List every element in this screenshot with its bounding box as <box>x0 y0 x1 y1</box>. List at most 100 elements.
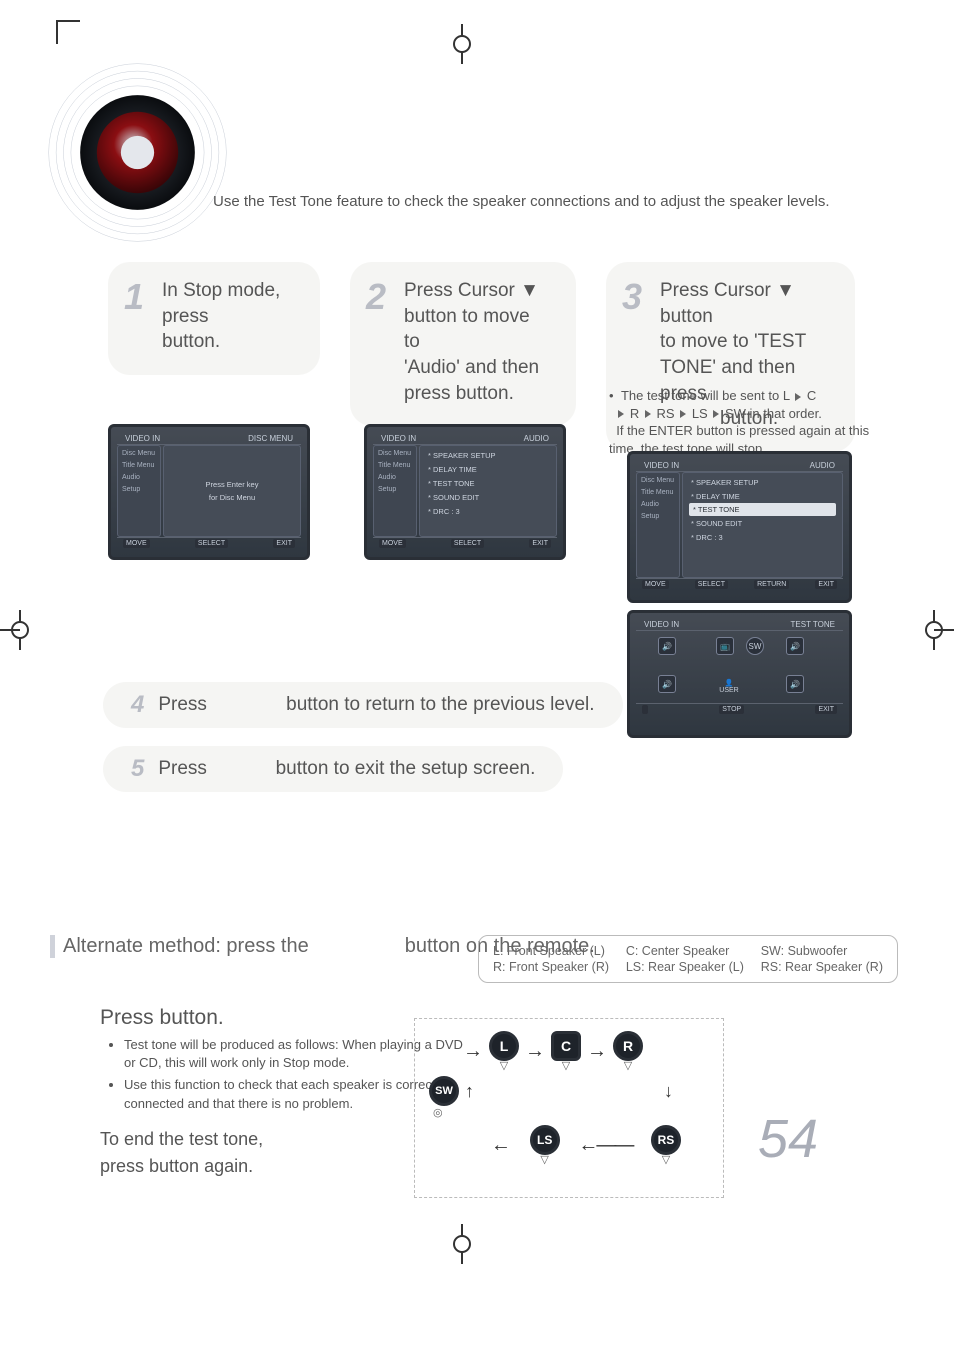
osd-side-item: Audio <box>639 499 677 511</box>
osd-side-item: Setup <box>376 484 414 496</box>
osd-footer: MOVE SELECT RETURN EXIT <box>636 578 843 590</box>
alt-text: Alternate method: press the <box>63 935 309 958</box>
speaker-node: C▽ <box>551 1031 581 1072</box>
arrow-right-icon: → <box>587 1040 607 1063</box>
arrow-right-icon: → <box>525 1040 545 1063</box>
osd-menu-item: * DRC : 3 <box>426 504 550 518</box>
osd-side-item: Disc Menu <box>639 475 677 487</box>
pill-text: Press <box>158 758 207 779</box>
speaker-icon: SW <box>746 637 764 655</box>
arrow-down-icon: ↓ <box>664 1081 711 1102</box>
end-line: To end the test tone, <box>100 1129 263 1149</box>
osd-footer-item: RETURN <box>754 580 789 589</box>
osd-heading: AUDIO <box>810 461 835 470</box>
osd-footer: MOVE SELECT EXIT <box>373 537 557 549</box>
step-line: button. <box>162 331 220 352</box>
osd-menu-item: * SOUND EDIT <box>426 490 550 504</box>
bullet: • <box>609 388 614 403</box>
osd-side-item: Audio <box>376 472 414 484</box>
pill-text: button to return to the previous level. <box>286 694 594 715</box>
legend-item: LS: Rear Speaker (L) <box>626 960 744 974</box>
osd-menu-item: * DRC : 3 <box>689 530 836 544</box>
speaker-flow-diagram: → L▽ → C▽ → R▽ SW ↑ ↓ ◎ → LS▽ ←—— RS▽ <box>414 1018 724 1198</box>
osd-title: VIDEO IN <box>644 461 679 470</box>
end-test-tone: To end the test tone, press button again… <box>100 1126 263 1180</box>
intro-text: Use the Test Tone feature to check the s… <box>213 193 830 210</box>
legend-item: SW: Subwoofer <box>761 944 883 958</box>
note-seq: SW <box>725 406 746 421</box>
speaker-icon: 🔊 <box>786 675 804 693</box>
osd-footer-item: SELECT <box>195 539 228 548</box>
osd-side-item: Setup <box>120 484 158 496</box>
note-line: The test tone will be sent to L <box>621 388 790 403</box>
osd-audio-highlight: VIDEO IN AUDIO Disc Menu Title Menu Audio… <box>627 451 852 603</box>
step-4: 4 Press button to return to the previous… <box>103 682 623 728</box>
step-line: to move to 'TEST <box>660 331 806 352</box>
osd-menu-item-highlighted: * TEST TONE <box>689 503 836 516</box>
crop-mark <box>914 610 954 650</box>
speaker-node: RS▽ <box>651 1125 681 1166</box>
osd-main: Press Enter key for Disc Menu <box>163 445 301 537</box>
note-seq: R <box>630 406 639 421</box>
osd-footer-item: MOVE <box>379 539 406 548</box>
osd-footer-item: EXIT <box>529 539 551 548</box>
osd-footer-item: SELECT <box>451 539 484 548</box>
osd-footer-item: EXIT <box>815 705 837 714</box>
step-line: press button. <box>404 383 514 404</box>
osd-main: * SPEAKER SETUP * DELAY TIME * TEST TONE… <box>682 472 843 578</box>
crop-mark <box>442 1224 482 1264</box>
osd-side-item: Title Menu <box>120 460 158 472</box>
step-number: 3 <box>622 276 642 318</box>
osd-footer-item: MOVE <box>123 539 150 548</box>
step-number: 4 <box>131 691 144 719</box>
speaker-legend: L: Front Speaker (L) R: Front Speaker (R… <box>478 935 898 983</box>
osd-main: * SPEAKER SETUP * DELAY TIME * TEST TONE… <box>419 445 557 537</box>
crop-mark <box>0 610 40 650</box>
speaker-hero-graphic <box>45 60 230 245</box>
speaker-node: LS▽ <box>530 1125 560 1166</box>
osd-menu-item: * SPEAKER SETUP <box>689 475 836 489</box>
page-number: 54 <box>758 1108 818 1170</box>
arrow-up-icon: ↑ <box>459 1081 474 1102</box>
speaker-icon: 🔊 <box>786 637 804 655</box>
osd-center-line: for Disc Menu <box>209 493 255 502</box>
osd-heading: DISC MENU <box>248 434 293 443</box>
osd-side-item: Title Menu <box>639 487 677 499</box>
step-line: 'Audio' and then <box>404 357 539 378</box>
arrow-right-icon <box>795 393 801 401</box>
osd-footer-item: MOVE <box>642 580 669 589</box>
step-line: press <box>162 306 208 327</box>
step-line: In Stop mode, <box>162 280 280 301</box>
osd-side-item: Disc Menu <box>376 448 414 460</box>
arrow-left-icon: → <box>491 1134 511 1157</box>
legend-item: L: Front Speaker (L) <box>493 944 609 958</box>
arrow-right-icon <box>618 410 624 418</box>
crop-mark <box>56 20 80 44</box>
arrow-right-icon <box>645 410 651 418</box>
osd-menu-item: * SPEAKER SETUP <box>426 448 550 462</box>
speaker-icon: 🔊 <box>658 675 676 693</box>
arrow-right-icon: → <box>463 1040 483 1063</box>
osd-side-item: Disc Menu <box>120 448 158 460</box>
osd-side-item: Title Menu <box>376 460 414 472</box>
osd-footer-item: SELECT <box>695 580 728 589</box>
step-number: 1 <box>124 276 144 318</box>
speaker-node: SW <box>429 1076 459 1106</box>
osd-footer-item: STOP <box>719 705 744 714</box>
osd-audio-menu: VIDEO INAUDIO Disc Menu Title Menu Audio… <box>364 424 566 560</box>
legend-item: C: Center Speaker <box>626 944 744 958</box>
pill-text: button to exit the setup screen. <box>276 758 536 779</box>
step-line: button to move to <box>404 306 530 353</box>
osd-sidebar: Disc Menu Title Menu Audio Setup <box>117 445 161 537</box>
osd-footer-item: EXIT <box>273 539 295 548</box>
end-line: press button again. <box>100 1156 253 1176</box>
osd-disc-menu: VIDEO INDISC MENU Disc Menu Title Menu A… <box>108 424 310 560</box>
osd-heading: AUDIO <box>524 434 549 443</box>
step-5: 5 Press button to exit the setup screen. <box>103 746 563 792</box>
speaker-icon: 📺 <box>716 637 734 655</box>
test-tone-note: • The test tone will be sent to L C R RS… <box>609 387 877 457</box>
step-number: 2 <box>366 276 386 318</box>
osd-sidebar: Disc Menu Title Menu Audio Setup <box>373 445 417 537</box>
arrow-right-icon <box>713 410 719 418</box>
osd-side-item: Audio <box>120 472 158 484</box>
